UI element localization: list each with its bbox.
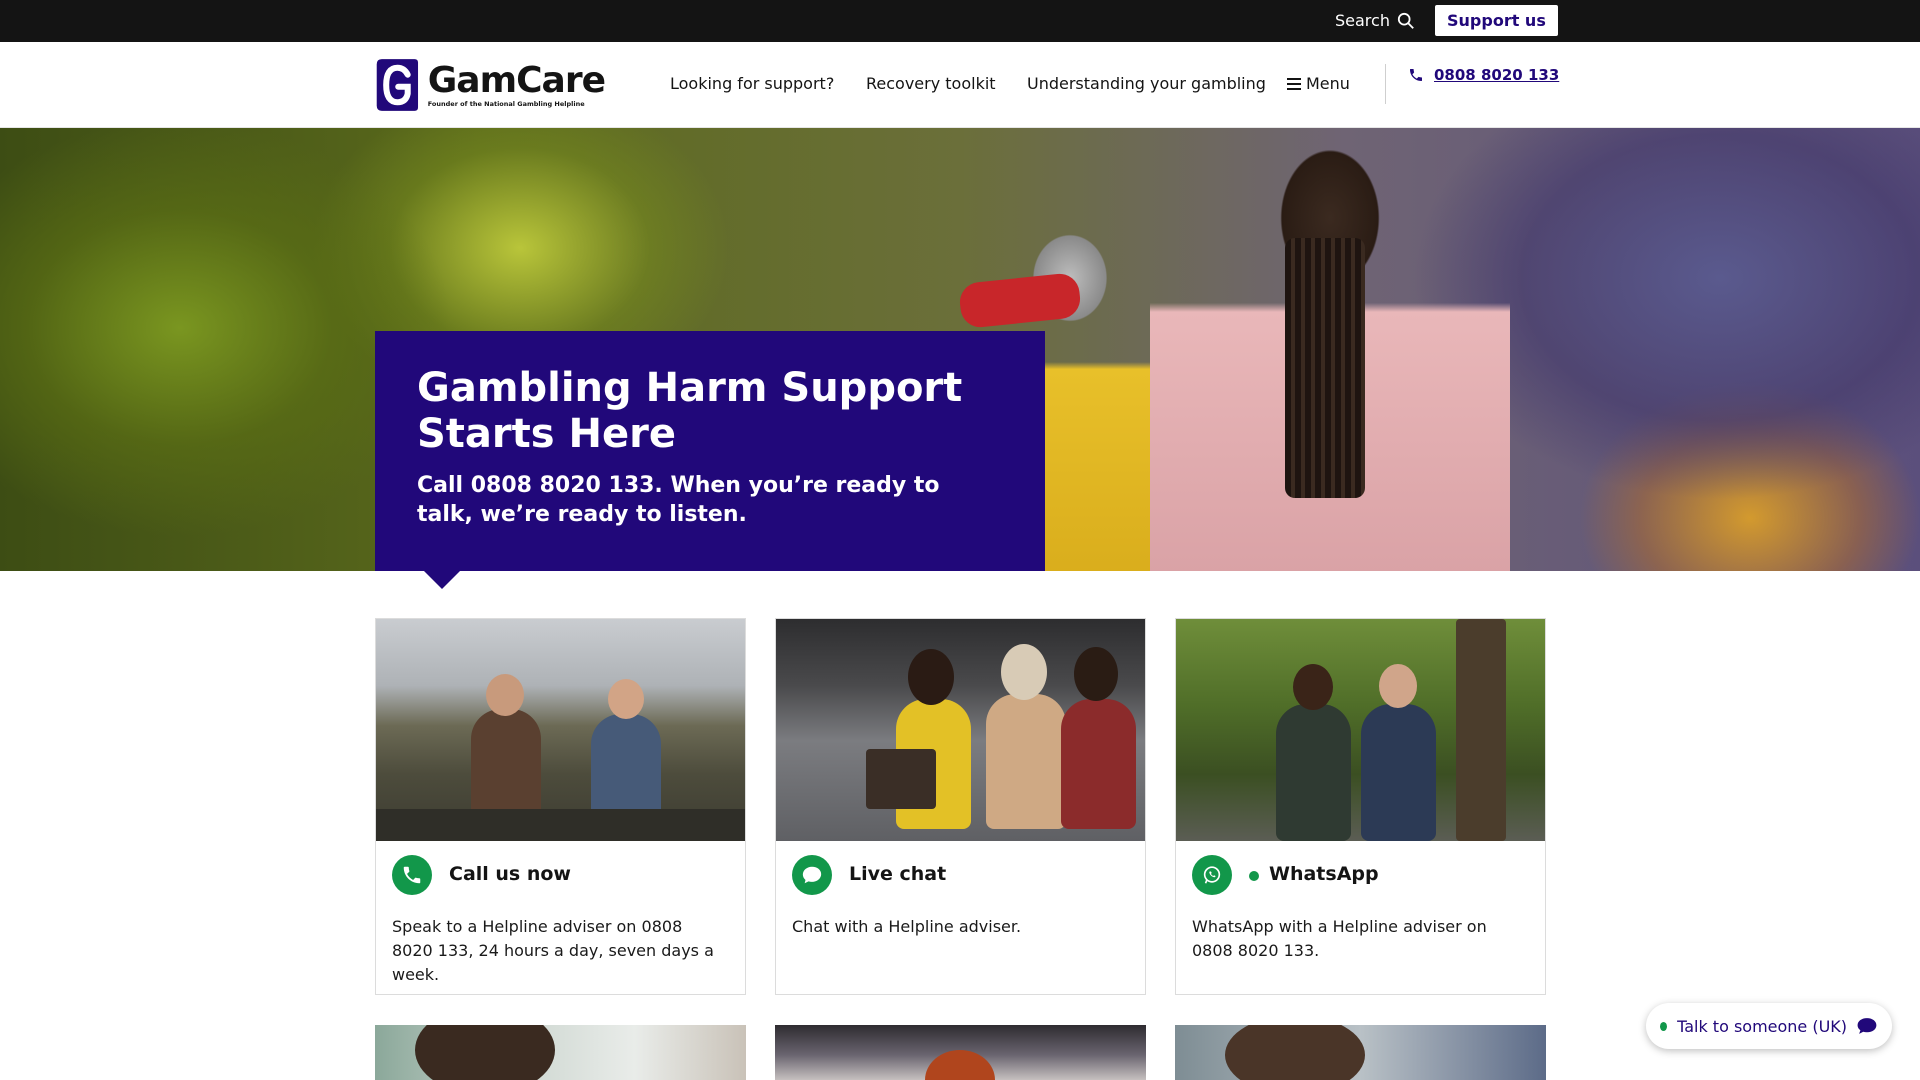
card-photo-whatsapp	[1176, 619, 1545, 841]
hero-subtitle: Call 0808 8020 133. When you’re ready to…	[417, 473, 940, 527]
card-title: WhatsApp	[1269, 863, 1379, 885]
search-label: Search	[1335, 11, 1390, 30]
hero-card-pointer	[424, 571, 460, 589]
card-row2-1-figure	[415, 1025, 555, 1080]
search-button[interactable]: Search	[1335, 11, 1415, 30]
logo-tagline: Founder of the National Gambling Helplin…	[427, 100, 585, 108]
card-whatsapp[interactable]: WhatsApp WhatsApp with a Helpline advise…	[1175, 618, 1546, 995]
card-description: Speak to a Helpline adviser on 0808 8020…	[392, 917, 714, 984]
card-title: Call us now	[449, 863, 571, 885]
hero-card: Gambling Harm Support Starts Here Call 0…	[375, 331, 1045, 571]
card-row2-1[interactable]	[375, 1025, 746, 1080]
card-row2-3[interactable]	[1175, 1025, 1546, 1080]
card-row2-3-figure	[1225, 1025, 1365, 1080]
gamcare-logo-mark	[376, 59, 419, 111]
hero-title: Gambling Harm Support Starts Here	[417, 365, 1003, 457]
online-status-dot	[1249, 871, 1259, 881]
hero-title-line2: Starts Here	[417, 411, 676, 457]
menu-button[interactable]: Menu	[1286, 74, 1350, 93]
search-icon	[1397, 12, 1414, 29]
nav-understanding-gambling[interactable]: Understanding your gambling	[1027, 74, 1266, 93]
speech-bubble-icon	[1857, 1018, 1877, 1034]
nav-looking-for-support[interactable]: Looking for support?	[670, 74, 834, 93]
phone-icon	[392, 855, 432, 895]
card-description: WhatsApp with a Helpline adviser on 0808…	[1192, 917, 1487, 960]
card-photo-chat	[776, 619, 1145, 841]
header-phone-link[interactable]: 0808 8020 133	[1408, 66, 1559, 84]
nav-recovery-toolkit[interactable]: Recovery toolkit	[866, 74, 996, 93]
site-header: GamCare Founder of the National Gambling…	[0, 42, 1920, 128]
online-status-dot	[1660, 1021, 1668, 1031]
menu-label: Menu	[1306, 74, 1350, 93]
card-description: Chat with a Helpline adviser.	[792, 917, 1022, 936]
card-row2-2[interactable]	[775, 1025, 1146, 1080]
card-row2-2-figure	[925, 1050, 995, 1080]
logo-name: GamCare	[427, 60, 606, 101]
card-photo-call	[376, 619, 745, 841]
chat-widget-label: Talk to someone (UK)	[1677, 1016, 1848, 1036]
card-call-us[interactable]: Call us now Speak to a Helpline adviser …	[375, 618, 746, 995]
support-us-button[interactable]: Support us	[1435, 5, 1558, 36]
hamburger-icon	[1287, 77, 1301, 90]
nav-divider	[1385, 64, 1386, 104]
card-live-chat[interactable]: Live chat Chat with a Helpline adviser.	[775, 618, 1146, 995]
phone-icon	[1410, 69, 1422, 81]
hero-hair	[1285, 238, 1365, 498]
chat-bubble-icon	[792, 855, 832, 895]
hero-title-line1: Gambling Harm Support	[417, 365, 963, 411]
talk-to-someone-widget[interactable]: Talk to someone (UK)	[1646, 1003, 1892, 1049]
gamcare-logo[interactable]: GamCare Founder of the National Gambling…	[375, 52, 606, 118]
card-title: Live chat	[849, 863, 947, 885]
header-phone-number: 0808 8020 133	[1434, 66, 1560, 84]
whatsapp-icon	[1192, 855, 1232, 895]
utility-bar: Search Support us	[0, 0, 1920, 42]
